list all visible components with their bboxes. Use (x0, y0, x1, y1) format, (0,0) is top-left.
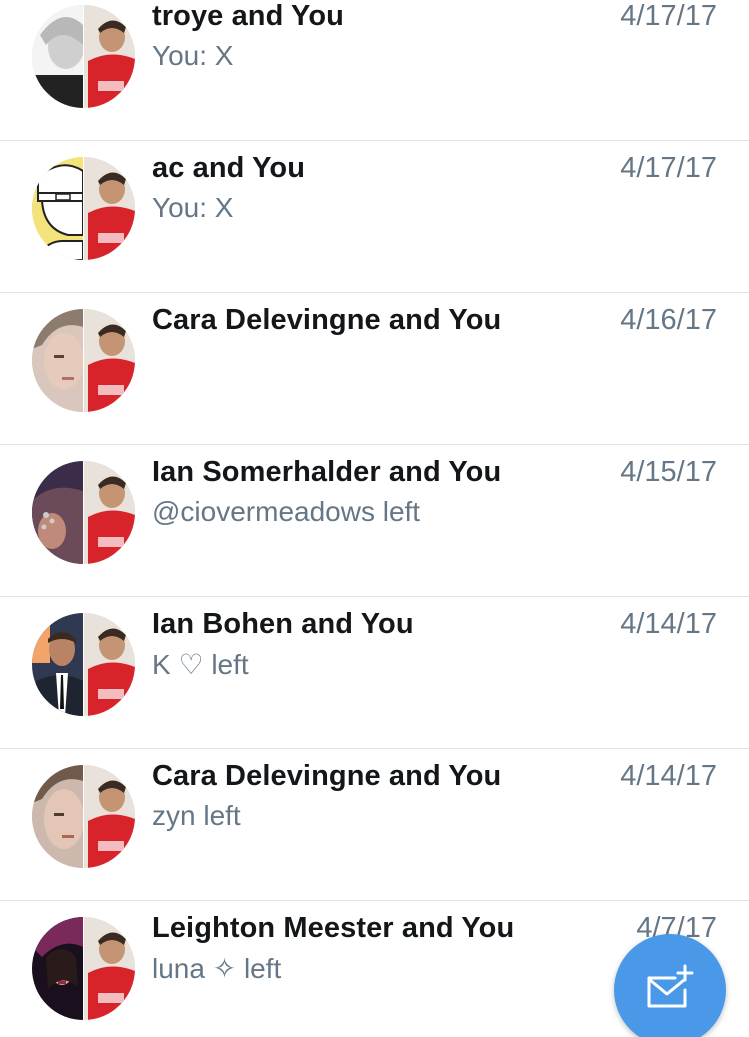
conversation-date: 4/15/17 (620, 456, 717, 488)
conversation-title: troye and You (152, 0, 344, 32)
group-avatar (32, 461, 135, 564)
my-photo (84, 917, 135, 1020)
participant-photo (32, 5, 83, 108)
group-avatar (32, 157, 135, 260)
conversation-title: Ian Bohen and You (152, 608, 414, 640)
participant-photo (32, 765, 83, 868)
conversation-row[interactable]: Cara Delevingne and You zyn left 4/14/17 (0, 750, 749, 901)
participant-photo (32, 613, 83, 716)
conversation-date: 4/16/17 (620, 304, 717, 336)
conversation-title: ac and You (152, 152, 306, 184)
participant-photo (32, 461, 83, 564)
conversation-row[interactable]: Ian Somerhalder and You @ciovermeadows l… (0, 446, 749, 597)
my-photo (84, 613, 135, 716)
new-message-button[interactable] (614, 934, 726, 1037)
new-message-icon (647, 964, 694, 1008)
my-photo (84, 5, 135, 108)
group-avatar (32, 5, 135, 108)
conversation-preview: zyn left (152, 800, 241, 831)
conversation-date: 4/17/17 (620, 0, 717, 32)
group-avatar (32, 917, 135, 1020)
participant-photo (32, 309, 83, 412)
conversation-date: 4/14/17 (620, 608, 717, 640)
conversation-preview: You: X (152, 40, 234, 71)
conversation-title: Cara Delevingne and You (152, 760, 502, 792)
conversation-list: troye and You You: X 4/17/17 ac and You … (0, 0, 749, 1037)
conversation-preview: K ♡ left (152, 649, 249, 680)
my-photo (84, 309, 135, 412)
conversation-row[interactable]: Ian Bohen and You K ♡ left 4/14/17 (0, 598, 749, 749)
conversation-date: 4/14/17 (620, 760, 717, 792)
conversation-preview: luna ✧ left (152, 953, 282, 984)
my-photo (84, 765, 135, 868)
conversation-row[interactable]: troye and You You: X 4/17/17 (0, 0, 749, 141)
conversation-preview: You: X (152, 192, 234, 223)
my-photo (84, 157, 135, 260)
conversation-row[interactable]: ac and You You: X 4/17/17 (0, 142, 749, 293)
group-avatar (32, 309, 135, 412)
conversation-date: 4/17/17 (620, 152, 717, 184)
conversation-preview: @ciovermeadows left (152, 496, 421, 527)
conversation-title: Cara Delevingne and You (152, 304, 502, 336)
group-avatar (32, 765, 135, 868)
participant-photo (32, 157, 83, 260)
conversation-title: Leighton Meester and You (152, 912, 515, 944)
group-avatar (32, 613, 135, 716)
participant-photo (32, 917, 83, 1020)
conversation-row[interactable]: Cara Delevingne and You 4/16/17 (0, 294, 749, 445)
my-photo (84, 461, 135, 564)
conversation-title: Ian Somerhalder and You (152, 456, 502, 488)
